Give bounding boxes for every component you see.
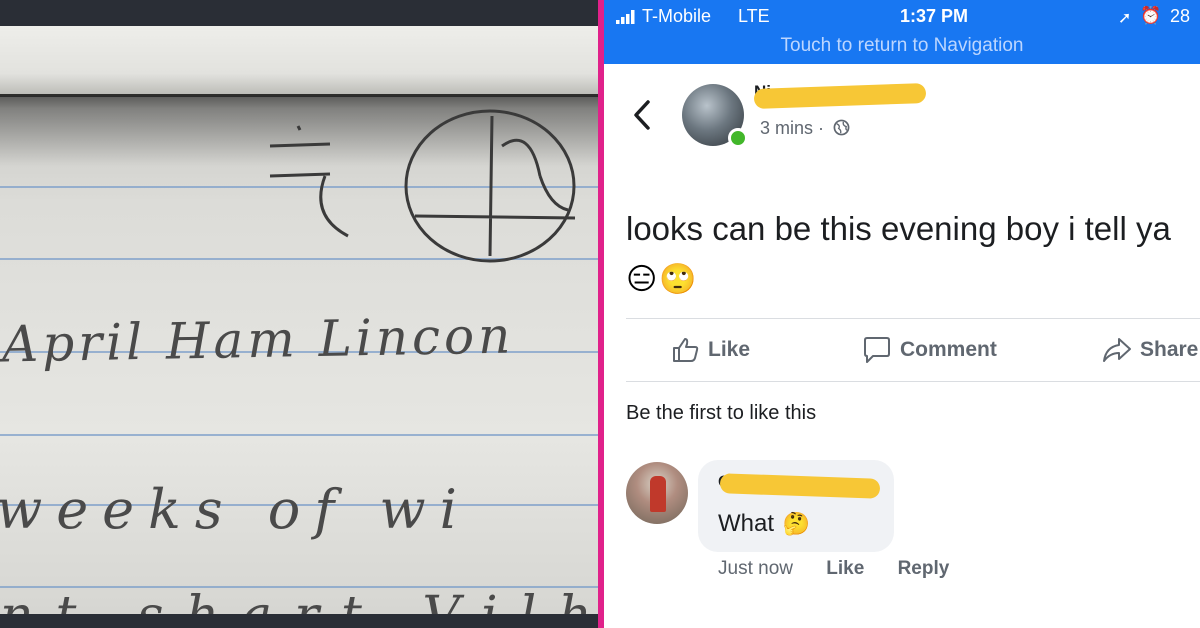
- alarm-icon: ⏰: [1140, 6, 1162, 25]
- thinking-emoji: 🤔: [782, 511, 811, 536]
- notebook-photo: April Ham Lincon weeks of wi nt shart Vi…: [0, 26, 598, 614]
- handwriting-line-2: weeks of wi: [0, 478, 471, 541]
- handwritten-math-sketch: [269, 109, 576, 263]
- notebook-page-edge: [0, 26, 598, 97]
- like-label: Like: [708, 338, 751, 361]
- navigation-hint[interactable]: Touch to return to Navigation: [604, 35, 1200, 57]
- share-icon: [1103, 338, 1131, 362]
- author-name-redaction: [753, 83, 927, 109]
- status-bar[interactable]: T-Mobile LTE 1:37 PM ➚ ⏰ 28 Touch to ret…: [604, 0, 1200, 64]
- carrier-label: T-Mobile: [642, 6, 712, 26]
- post-meta: 3 mins ·: [760, 118, 850, 139]
- comment-text: What 🤔: [718, 510, 810, 538]
- signal-icon: [616, 10, 635, 24]
- likes-summary: Be the first to like this: [626, 402, 817, 424]
- commenter-avatar[interactable]: [626, 462, 688, 524]
- comment-like-button[interactable]: Like: [826, 558, 864, 579]
- comment-actions: Just now Like Reply: [718, 558, 977, 580]
- notebook-photo-panel: April Ham Lincon weeks of wi nt shart Vi…: [0, 0, 598, 628]
- back-icon[interactable]: [632, 98, 652, 132]
- share-button[interactable]: Share: [1102, 319, 1198, 381]
- post-timestamp[interactable]: 3 mins ·: [760, 118, 824, 138]
- post-text: looks can be this evening boy i tell ya: [626, 210, 1171, 247]
- share-label: Share: [1140, 338, 1199, 361]
- comment-button[interactable]: Comment: [862, 319, 997, 381]
- comment-body: What: [718, 510, 775, 537]
- location-icon: ➚: [1118, 10, 1132, 27]
- comment-reply-button[interactable]: Reply: [898, 558, 950, 579]
- handwriting-line-3: nt shart Vilh: [0, 586, 598, 614]
- comment-time: Just now: [718, 558, 793, 579]
- handwriting-line-1: April Ham Lincon: [1, 306, 515, 374]
- online-status-indicator: [728, 128, 748, 148]
- comment-label: Comment: [900, 338, 997, 361]
- post-emojis: 😑🙄: [626, 263, 699, 296]
- comment-icon: [864, 337, 890, 363]
- clock: 1:37 PM: [900, 6, 969, 26]
- network-label: LTE: [738, 6, 770, 26]
- post-action-bar: Like Comment Share: [626, 318, 1200, 382]
- like-button[interactable]: Like: [672, 319, 750, 381]
- like-icon: [673, 338, 699, 362]
- ruled-line: [0, 434, 598, 436]
- globe-icon: [833, 119, 850, 136]
- facebook-post-screenshot: T-Mobile LTE 1:37 PM ➚ ⏰ 28 Touch to ret…: [604, 0, 1200, 628]
- battery-percent: 28: [1170, 6, 1191, 26]
